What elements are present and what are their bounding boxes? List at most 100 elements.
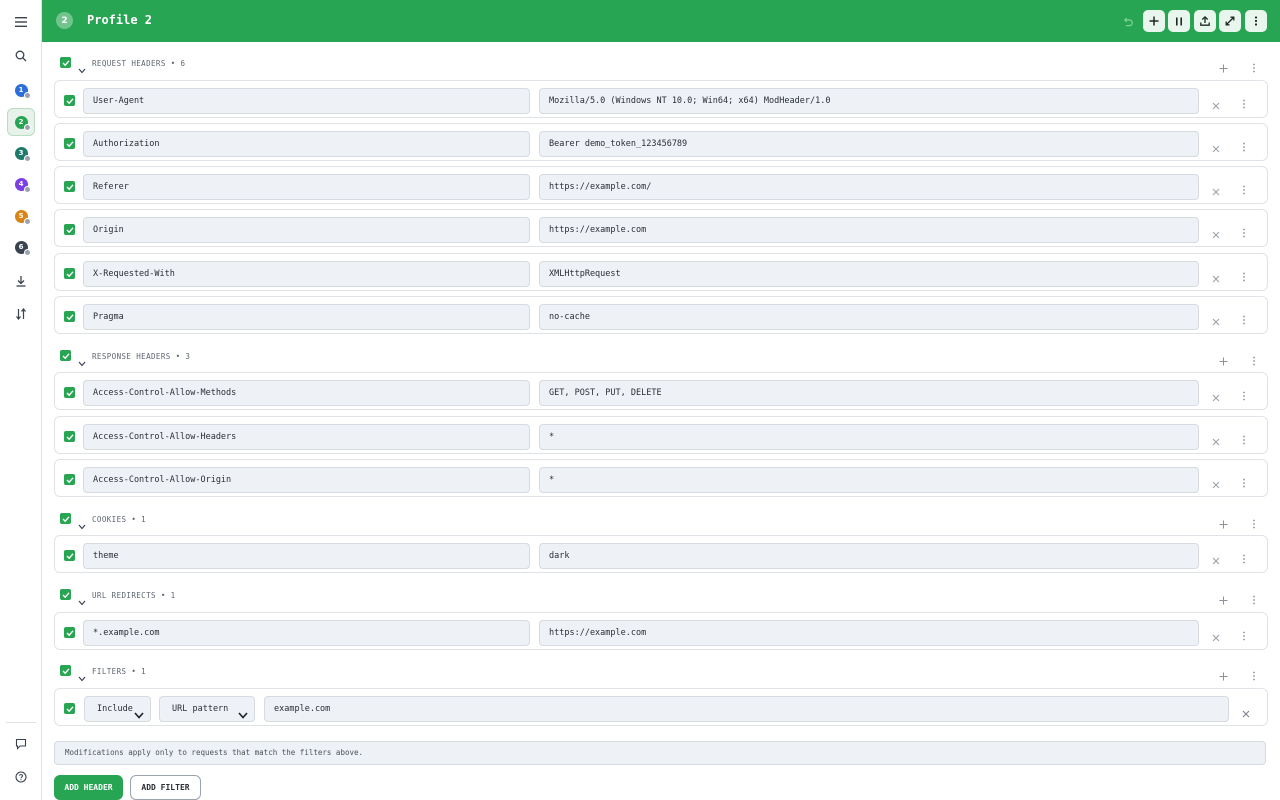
row-checkbox[interactable] [64, 224, 75, 235]
remove-row-button[interactable] [1212, 311, 1220, 330]
header-value-input[interactable]: Bearer demo_token_123456789 [539, 131, 1199, 157]
profile-name[interactable]: Profile 2 [87, 13, 152, 27]
header-value-input[interactable]: * [539, 467, 1199, 493]
header-value-input[interactable]: no-cache [539, 304, 1199, 330]
profile-5-button[interactable]: 5 [7, 202, 35, 230]
header-name-input[interactable]: Pragma [83, 304, 530, 330]
section-menu-button[interactable] [1252, 514, 1256, 533]
add-row-button[interactable] [1219, 351, 1228, 370]
header-name-input[interactable]: Authorization [83, 131, 530, 157]
remove-row-button[interactable] [1212, 138, 1220, 157]
header-name-input[interactable]: Access-Control-Allow-Methods [83, 380, 530, 406]
header-value-input[interactable]: GET, POST, PUT, DELETE [539, 380, 1199, 406]
row-checkbox[interactable] [64, 550, 75, 561]
row-menu-button[interactable] [1242, 137, 1246, 156]
collapse-toggle[interactable] [78, 59, 86, 78]
collapse-toggle[interactable] [78, 352, 86, 371]
row-menu-button[interactable] [1242, 94, 1246, 113]
row-menu-button[interactable] [1242, 267, 1246, 286]
expand-button[interactable] [1219, 10, 1241, 32]
header-value-input[interactable]: * [539, 424, 1199, 450]
undo-button[interactable] [1122, 13, 1134, 32]
row-menu-button[interactable] [1242, 430, 1246, 449]
row-checkbox[interactable] [64, 387, 75, 398]
menu-button[interactable] [7, 8, 35, 36]
collapse-toggle[interactable] [78, 667, 86, 686]
add-row-button[interactable] [1219, 514, 1228, 533]
remove-row-button[interactable] [1212, 181, 1220, 200]
section-menu-button[interactable] [1252, 58, 1256, 77]
row-checkbox[interactable] [64, 431, 75, 442]
profile-2-button[interactable]: 2 [7, 108, 35, 136]
row-checkbox[interactable] [64, 268, 75, 279]
add-header-button[interactable]: ADD HEADER [54, 775, 123, 800]
section-checkbox[interactable] [60, 57, 71, 68]
row-checkbox[interactable] [64, 627, 75, 638]
help-button[interactable] [7, 763, 35, 791]
row-menu-button[interactable] [1242, 386, 1246, 405]
remove-row-button[interactable] [1212, 224, 1220, 243]
row-menu-button[interactable] [1242, 549, 1246, 568]
download-button[interactable] [7, 267, 35, 295]
remove-row-button[interactable] [1212, 474, 1220, 493]
redirect-from-input[interactable]: *.example.com [83, 620, 530, 646]
row-checkbox[interactable] [64, 138, 75, 149]
export-button[interactable] [1194, 10, 1216, 32]
remove-row-button[interactable] [1212, 268, 1220, 287]
remove-row-button[interactable] [1212, 431, 1220, 450]
collapse-toggle[interactable] [78, 591, 86, 610]
section-checkbox[interactable] [60, 513, 71, 524]
section-checkbox[interactable] [60, 665, 71, 676]
cookie-value-input[interactable]: dark [539, 543, 1199, 569]
add-row-button[interactable] [1219, 58, 1228, 77]
filter-pattern-input[interactable]: example.com [264, 696, 1229, 722]
feedback-button[interactable] [7, 730, 35, 758]
profile-4-button[interactable]: 4 [7, 170, 35, 198]
collapse-toggle[interactable] [78, 515, 86, 534]
row-menu-button[interactable] [1242, 473, 1246, 492]
header-value-input[interactable]: Mozilla/5.0 (Windows NT 10.0; Win64; x64… [539, 88, 1199, 114]
more-options-button[interactable] [1245, 10, 1267, 32]
sort-button[interactable] [7, 300, 35, 328]
row-checkbox[interactable] [64, 181, 75, 192]
add-button[interactable] [1143, 10, 1165, 32]
row-menu-button[interactable] [1242, 223, 1246, 242]
section-menu-button[interactable] [1252, 666, 1256, 685]
cookie-name-input[interactable]: theme [83, 543, 530, 569]
row-checkbox[interactable] [64, 311, 75, 322]
section-menu-button[interactable] [1252, 351, 1256, 370]
header-name-input[interactable]: Access-Control-Allow-Origin [83, 467, 530, 493]
remove-row-button[interactable] [1212, 387, 1220, 406]
filter-type-select[interactable]: URL pattern [159, 696, 255, 722]
header-name-input[interactable]: Origin [83, 217, 530, 243]
row-checkbox[interactable] [64, 95, 75, 106]
header-name-input[interactable]: X-Requested-With [83, 261, 530, 287]
remove-row-button[interactable] [1242, 703, 1250, 722]
profile-badge[interactable]: 2 [56, 12, 73, 29]
profile-1-button[interactable]: 1 [7, 76, 35, 104]
header-name-input[interactable]: Access-Control-Allow-Headers [83, 424, 530, 450]
header-value-input[interactable]: https://example.com [539, 217, 1199, 243]
row-checkbox[interactable] [64, 703, 75, 714]
section-menu-button[interactable] [1252, 590, 1256, 609]
search-button[interactable] [7, 42, 35, 70]
header-value-input[interactable]: https://example.com/ [539, 174, 1199, 200]
profile-3-button[interactable]: 3 [7, 139, 35, 167]
add-filter-button[interactable]: ADD FILTER [130, 775, 201, 800]
header-name-input[interactable]: Referer [83, 174, 530, 200]
add-row-button[interactable] [1219, 666, 1228, 685]
row-menu-button[interactable] [1242, 180, 1246, 199]
pause-button[interactable] [1168, 10, 1190, 32]
remove-row-button[interactable] [1212, 95, 1220, 114]
row-menu-button[interactable] [1242, 626, 1246, 645]
header-name-input[interactable]: User-Agent [83, 88, 530, 114]
add-row-button[interactable] [1219, 590, 1228, 609]
remove-row-button[interactable] [1212, 627, 1220, 646]
profile-6-button[interactable]: 6 [7, 233, 35, 261]
row-checkbox[interactable] [64, 474, 75, 485]
section-checkbox[interactable] [60, 589, 71, 600]
row-menu-button[interactable] [1242, 310, 1246, 329]
redirect-to-input[interactable]: https://example.com [539, 620, 1199, 646]
filter-mode-select[interactable]: Include [84, 696, 151, 722]
header-value-input[interactable]: XMLHttpRequest [539, 261, 1199, 287]
